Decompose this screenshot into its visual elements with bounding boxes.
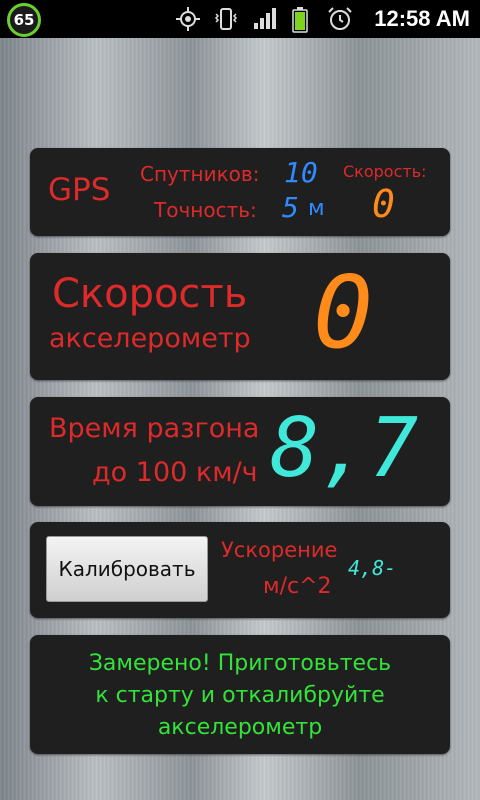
acceleration-unit: м/с^2 xyxy=(263,574,332,599)
accuracy-value: 5 xyxy=(282,191,299,224)
acceleration-time-value: 8,7 xyxy=(270,401,419,496)
time-label-line1: Время разгона xyxy=(49,413,260,444)
time-label-line2: до 100 км/ч xyxy=(92,457,258,488)
alarm-icon xyxy=(328,7,352,30)
battery-icon xyxy=(292,7,308,33)
vibrate-icon xyxy=(214,8,238,30)
accelerometer-speed-value: 0 xyxy=(313,254,374,371)
accuracy-label: Точность: xyxy=(154,198,257,222)
speed-subtitle: акселерометр xyxy=(49,323,251,354)
gps-title: GPS xyxy=(48,172,111,208)
status-message-panel: Замерено! Приготовьтесь к старту и откал… xyxy=(30,635,450,754)
satellites-label: Спутников: xyxy=(140,162,260,186)
acceleration-time-panel: Время разгона до 100 км/ч 8,7 xyxy=(30,397,450,506)
acceleration-label: Ускорение xyxy=(221,538,338,562)
message-line3: акселерометр xyxy=(157,715,323,740)
acceleration-value: 4,8- xyxy=(348,556,397,580)
clock: 12:58 AM xyxy=(374,6,470,31)
accelerometer-speed-panel: Скорость акселерометр 0 xyxy=(30,253,450,380)
message-line1: Замерено! Приготовьтесь xyxy=(88,651,392,676)
message-line2: к старту и откалибруйте xyxy=(95,683,385,708)
gps-panel: GPS Спутников: 10 Точность: 5 м Скорость… xyxy=(30,148,450,236)
satellites-value: 10 xyxy=(284,156,318,189)
gps-speed-value: 0 xyxy=(372,182,395,226)
speed-title: Скорость xyxy=(52,271,248,317)
signal-icon xyxy=(254,8,276,29)
calibration-panel: Калибровать Ускорение м/с^2 4,8- xyxy=(30,522,450,618)
gps-speed-label: Скорость: xyxy=(343,162,427,181)
notification-badge: 65 xyxy=(7,3,41,37)
accuracy-unit: м xyxy=(308,196,325,221)
calibrate-button[interactable]: Калибровать xyxy=(46,536,208,602)
status-bar: 65 12:58 AM xyxy=(0,0,480,38)
gps-icon xyxy=(176,7,200,31)
